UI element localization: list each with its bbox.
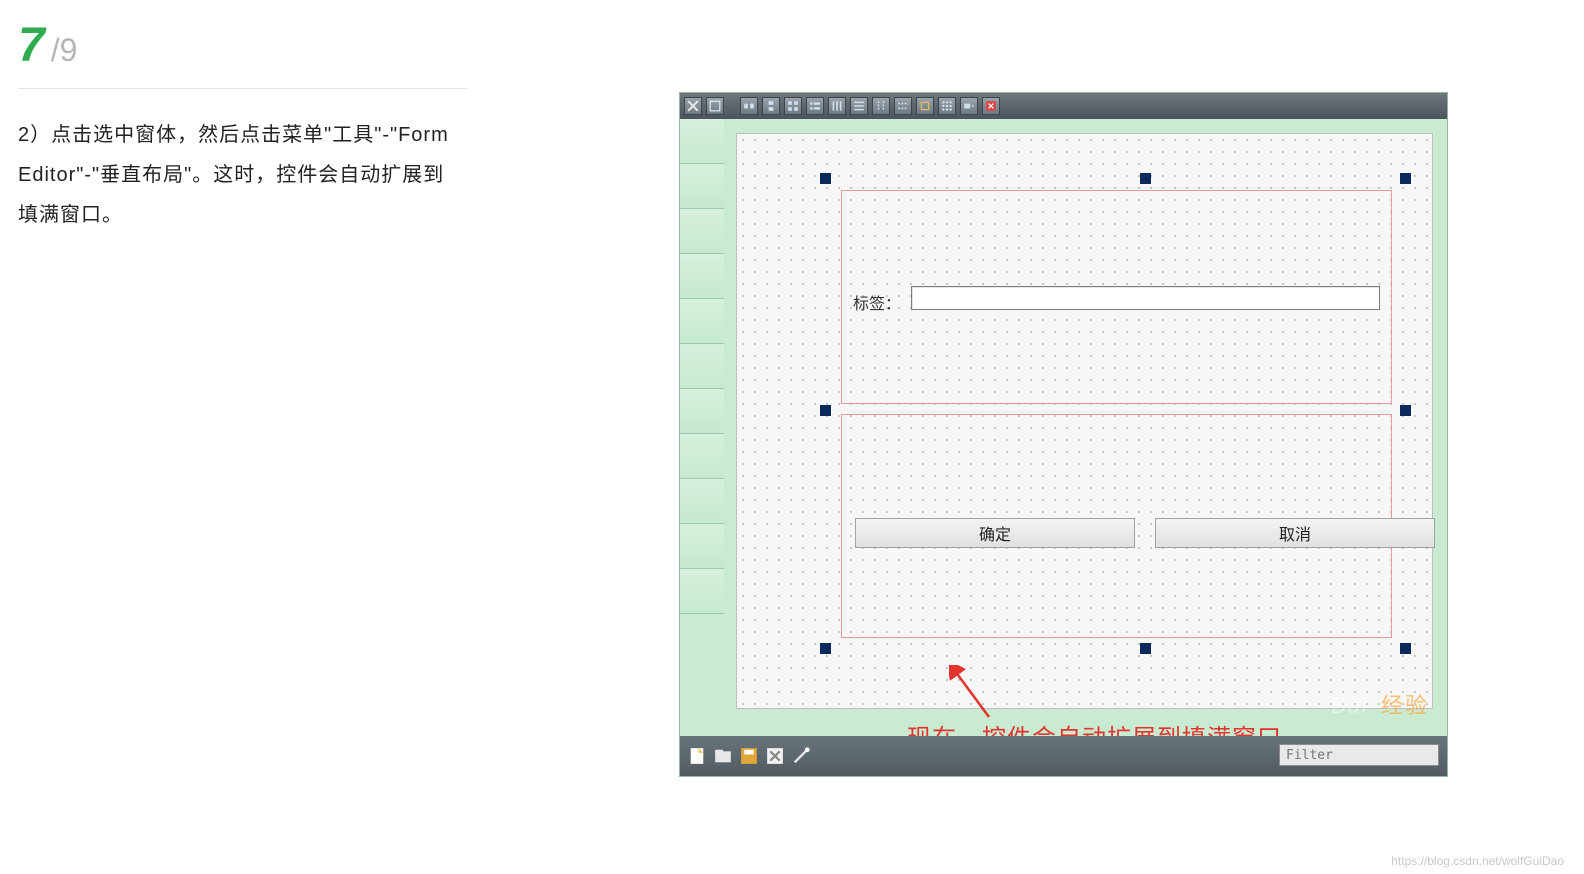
watermark-brand-a: Bai	[1331, 693, 1369, 718]
list-item[interactable]	[680, 434, 724, 479]
form-canvas[interactable]: 标签： 确定 取消 现在，控件会自动扩展到填满窗口	[736, 133, 1433, 709]
layout-horizontal-icon[interactable]	[740, 97, 758, 115]
selection-handle[interactable]	[1401, 644, 1410, 653]
selection-handle[interactable]	[821, 406, 830, 415]
selection-handle[interactable]	[1141, 174, 1150, 183]
close-icon[interactable]	[684, 97, 702, 115]
designer-top-toolbar	[680, 93, 1447, 119]
page-total-number: /9	[51, 32, 78, 69]
preview-icon[interactable]	[982, 97, 1000, 115]
list-item[interactable]	[680, 524, 724, 569]
splitter-v-icon[interactable]	[894, 97, 912, 115]
form-text-input[interactable]	[911, 286, 1380, 310]
instruction-text: 2）点击选中窗体，然后点击菜单"工具"-"Form Editor"-"垂直布局"…	[18, 115, 458, 235]
list-item[interactable]	[680, 164, 724, 209]
ok-button-label: 确定	[979, 521, 1011, 545]
open-file-icon[interactable]	[712, 745, 734, 767]
rows-icon[interactable]	[850, 97, 868, 115]
layout-grid-icon[interactable]	[784, 97, 802, 115]
list-item[interactable]	[680, 344, 724, 389]
list-item[interactable]	[680, 389, 724, 434]
annotation-arrow-icon	[949, 665, 993, 720]
watermark-url: https://blog.csdn.net/wolfGuiDao	[1391, 854, 1564, 868]
columns-icon[interactable]	[828, 97, 846, 115]
cancel-button-label: 取消	[1279, 521, 1311, 545]
selection-handle[interactable]	[1401, 174, 1410, 183]
cancel-button[interactable]: 取消	[1155, 518, 1435, 548]
divider	[18, 88, 468, 89]
break-layout-icon[interactable]	[916, 97, 934, 115]
list-item[interactable]	[680, 569, 724, 614]
designer-bottom-toolbar	[680, 736, 1447, 776]
delete-icon[interactable]	[764, 745, 786, 767]
adjust-size-icon[interactable]	[960, 97, 978, 115]
list-item[interactable]	[680, 254, 724, 299]
filter-input[interactable]	[1279, 744, 1439, 766]
watermark-brand: Bai 经验	[1331, 688, 1429, 720]
selection-handle[interactable]	[1141, 644, 1150, 653]
list-item[interactable]	[680, 479, 724, 524]
object-inspector-strip	[680, 119, 724, 736]
list-item[interactable]	[680, 119, 724, 164]
wand-icon[interactable]	[790, 745, 812, 767]
page-counter: 7 /9	[18, 18, 77, 73]
widget-icon[interactable]	[706, 97, 724, 115]
splitter-h-icon[interactable]	[872, 97, 890, 115]
form-label: 标签：	[853, 290, 901, 314]
layout-vertical-icon[interactable]	[762, 97, 780, 115]
selection-handle[interactable]	[821, 644, 830, 653]
layout-form-icon[interactable]	[806, 97, 824, 115]
save-file-icon[interactable]	[738, 745, 760, 767]
selection-handle[interactable]	[821, 174, 830, 183]
list-item[interactable]	[680, 209, 724, 254]
grid-dense-icon[interactable]	[938, 97, 956, 115]
qt-designer-screenshot: 标签： 确定 取消 现在，控件会自动扩展到填满窗口	[679, 92, 1448, 777]
list-item[interactable]	[680, 299, 724, 344]
selection-handle[interactable]	[1401, 406, 1410, 415]
page-current-number: 7	[18, 18, 45, 73]
new-file-icon[interactable]	[686, 745, 708, 767]
ok-button[interactable]: 确定	[855, 518, 1135, 548]
watermark-brand-b: 经验	[1381, 693, 1429, 718]
